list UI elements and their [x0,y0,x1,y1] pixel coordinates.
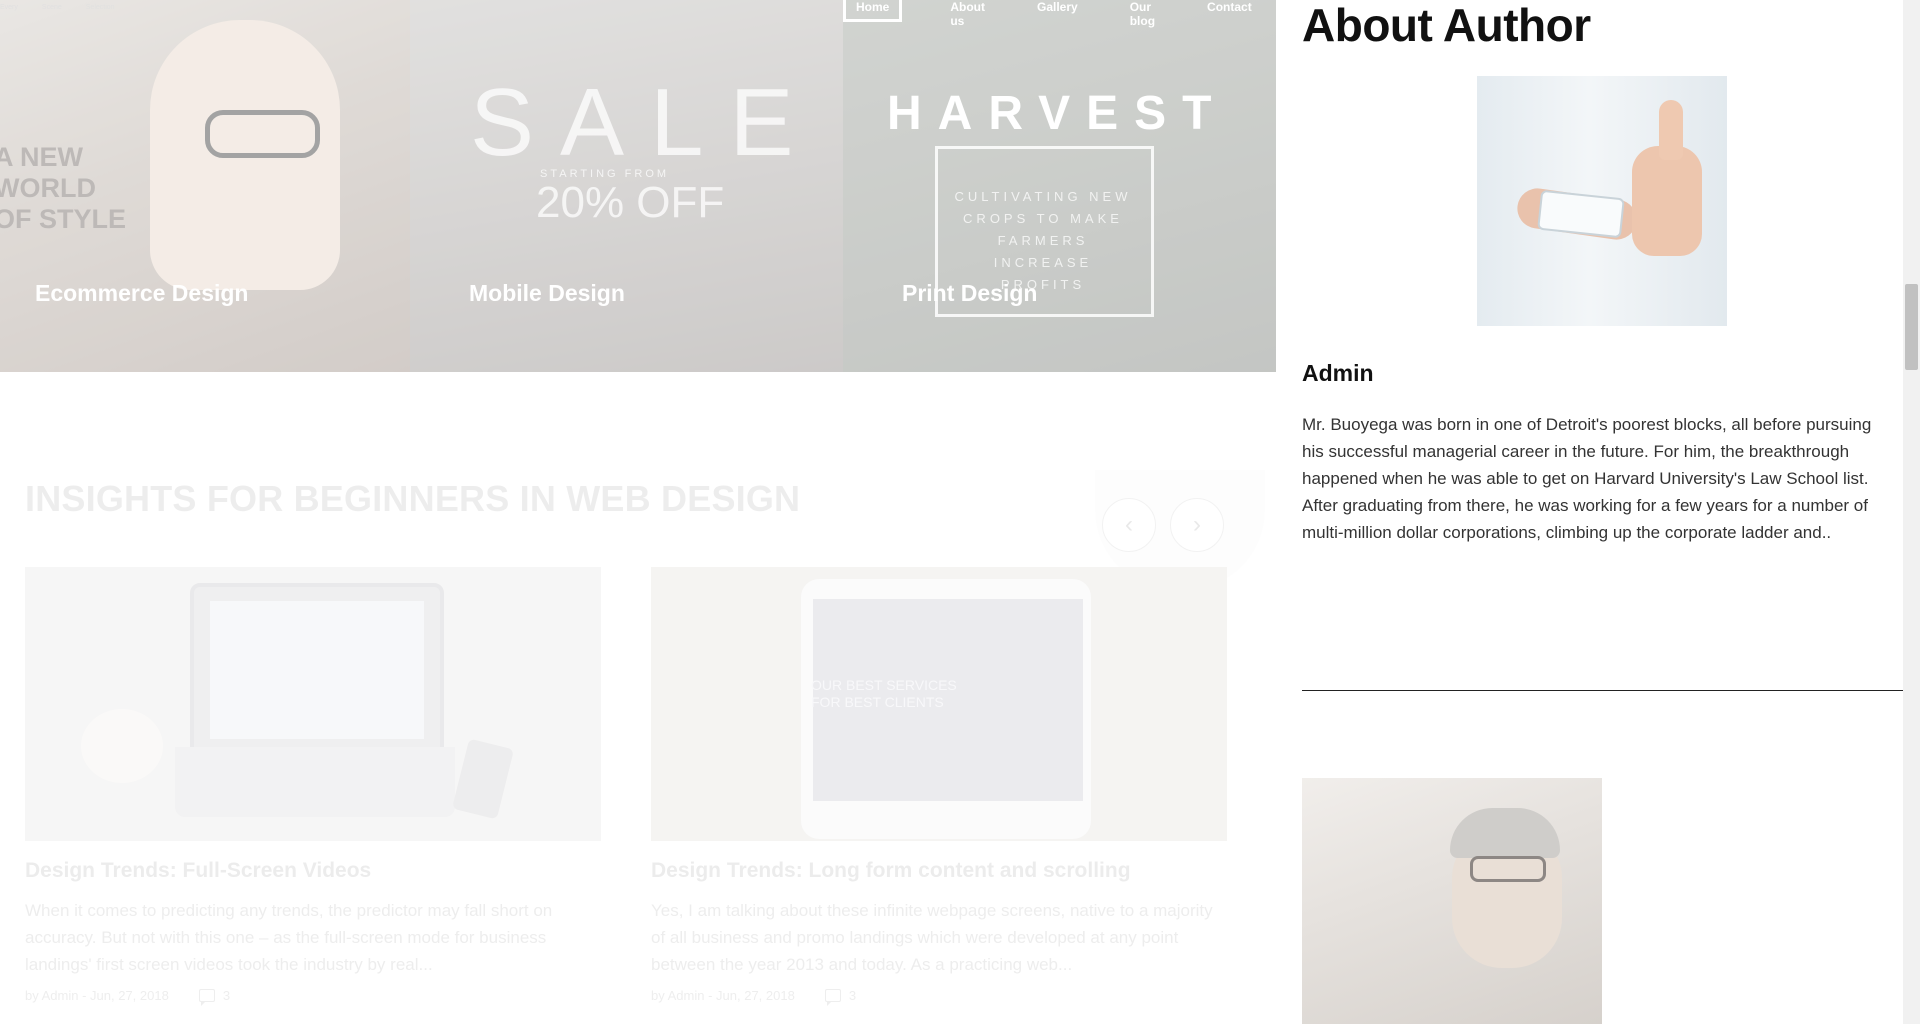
mini-link[interactable]: Selection [86,4,115,11]
divider [1302,690,1903,691]
comment-icon [198,989,215,1006]
tile-ecommerce-design[interactable]: A NEW WORLD OF STYLE Ecommerce Design [0,0,410,372]
comment-count[interactable]: 3 [849,988,856,1003]
nav-home[interactable]: Home [843,0,903,22]
category-tiles: A NEW WORLD OF STYLE Ecommerce Design SALE… [0,0,1277,372]
tile-overlay-text: SALE [470,69,820,176]
chevron-left-icon: ‹ [1125,511,1133,538]
laptop-keyboard-image [175,747,455,817]
author-bio: Mr. Buoyega was born in one of Detroit's… [1302,415,1872,542]
nav-contact[interactable]: Contact [1207,0,1252,22]
phone-image [451,738,515,820]
post-excerpt: When it comes to predicting any trends, … [25,901,553,974]
carousel-prev-button[interactable]: ‹ [1102,498,1156,552]
tile-overlay-text: A NEW WORLD OF STYLE [0,142,127,234]
post-thumbnail[interactable] [25,567,601,841]
tile-overlay-text: 20% OFF [536,178,725,227]
post-byline[interactable]: by Admin - Jun, 27, 2018 [651,988,795,1003]
glasses-shape [205,110,320,158]
post-meta: by Admin - Jun, 27, 2018 3 [651,988,1227,1006]
tile-label: Ecommerce Design [35,280,249,306]
author-photo [1477,76,1727,326]
comment-count[interactable]: 3 [223,988,230,1003]
post-thumbnail[interactable]: OUR BEST SERVICES FOR BEST CLIENTS [651,567,1227,841]
mini-nav: Every Scene Selection [0,4,115,11]
tile-mobile-design[interactable]: SALE STARTING FROM 20% OFF Mobile Design [410,0,843,372]
vertical-scrollbar[interactable] [1903,0,1920,1024]
scrollbar-thumb[interactable] [1905,284,1918,370]
nav-about-us[interactable]: About us [950,0,985,28]
author-name: Admin [1302,360,1374,386]
post-card: OUR BEST SERVICES FOR BEST CLIENTS Desig… [651,567,1227,1006]
section-title: INSIGHTS FOR BEGINNERS IN WEB DESIGN [25,478,801,519]
tablet-screen-text: OUR BEST SERVICES FOR BEST CLIENTS [811,677,957,710]
post-card: Design Trends: Full-Screen Videos When i… [25,567,601,1006]
main-nav: Home About us Gallery Our blog Contact [843,0,1277,28]
mini-link[interactable]: Scene [42,4,62,11]
post-excerpt: Yes, I am talking about these infinite w… [651,901,1213,974]
tile-overlay-text: HARVEST [887,87,1228,140]
mini-link[interactable]: Every [0,4,18,11]
post-title[interactable]: Design Trends: Full-Screen Videos [25,859,601,883]
coffee-cup-image [81,709,163,783]
nav-our-blog[interactable]: Our blog [1130,0,1155,28]
panel-title: About Author [1302,0,1591,51]
tile-label: Print Design [902,280,1038,306]
laptop-image [190,583,444,753]
tile-label: Mobile Design [469,280,625,306]
comment-icon [824,989,841,1006]
post-meta: by Admin - Jun, 27, 2018 3 [25,988,601,1006]
carousel-next-button[interactable]: › [1170,498,1224,552]
post-title[interactable]: Design Trends: Long form content and scr… [651,859,1227,883]
chevron-right-icon: › [1193,511,1201,538]
post-byline[interactable]: by Admin - Jun, 27, 2018 [25,988,169,1003]
tile-print-design[interactable]: HARVEST CULTIVATING NEW CROPS TO MAKE FA… [843,0,1276,372]
gallery-photo[interactable] [1302,778,1602,1024]
background-page: A NEW WORLD OF STYLE Ecommerce Design SALE… [0,0,1277,1024]
nav-gallery[interactable]: Gallery [1037,0,1078,22]
about-author-panel: About Author Admin Mr. Buoyega was born … [1277,0,1903,1024]
